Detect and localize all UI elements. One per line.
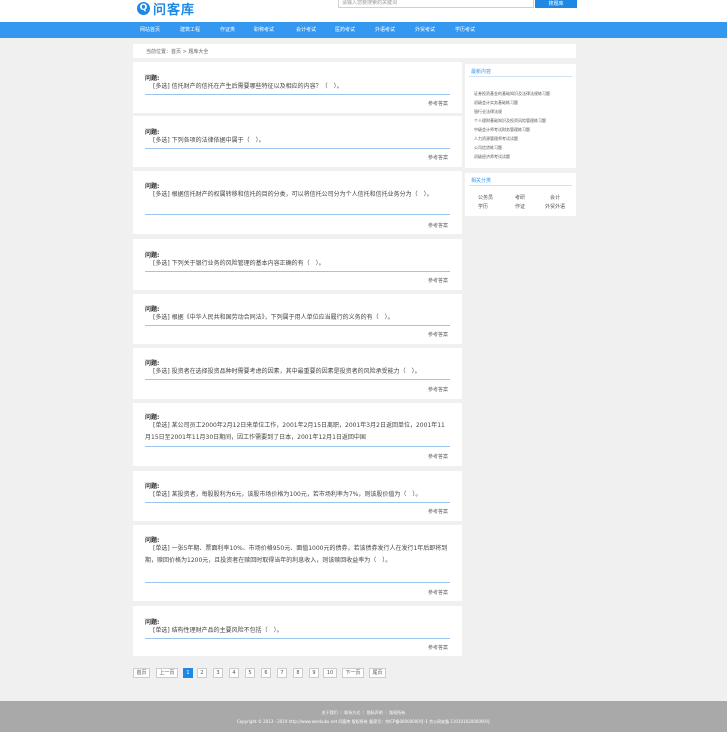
question-card: 问题: [多选] 信托财产的信托在产生后需要哪些特征以及相应的内容？（ ）。 参… — [133, 62, 462, 113]
search-input[interactable]: 请输入您要搜索的关键词 — [338, 0, 534, 8]
answer-link[interactable]: 参考答案 — [428, 453, 448, 460]
question-body[interactable]: [单选] 某公司员工2000年2月12日来单位工作，2001年2月15日离职，2… — [145, 420, 450, 444]
question-body[interactable]: [多选] 投资者在选择投资品种时需要考虑的因素，其中最重要的因素是投资者的风险承… — [145, 366, 450, 378]
question-card: 问题: [多选] 根据《中华人民共和国劳动合同法》，下列属于用人单位应当履行的义… — [133, 294, 462, 344]
divider — [145, 582, 450, 583]
footer: 关于我们 ｜ 联系方式 ｜ 隐私声明 ｜ 版权所有 Copyright © 20… — [0, 701, 727, 732]
nav-item[interactable]: 职称考试 — [254, 22, 274, 38]
nav-item[interactable]: 建筑工程 — [180, 22, 200, 38]
question-card: 问题: [单选] 一张5年期、票面利率10%、市场价格950元、面值1000元的… — [133, 525, 462, 601]
pager-page[interactable]: 2 — [197, 668, 207, 678]
sidebar-recent-title: 最新内容 — [471, 69, 492, 75]
divider — [145, 502, 450, 503]
sidebar-link[interactable]: 初级经济师考试试题 — [474, 154, 572, 160]
sidebar-category-title: 相关分类 — [471, 178, 492, 184]
sidebar-link[interactable]: 个人理财基础知识及投资风险管理练习题 — [474, 118, 572, 124]
nav-item[interactable]: 作证类 — [220, 22, 235, 38]
question-body[interactable]: [单选] 某投资者，每股股利为6元，该股市场价格为100元，若市场利率为7%，则… — [145, 489, 450, 501]
main-nav: 网站首页 建筑工程 作证类 职称考试 会计考试 医药考试 外语考试 外贸考试 学… — [0, 22, 727, 38]
pager-page[interactable]: 6 — [261, 668, 271, 678]
sidebar-link[interactable]: 中级会计师考试财务管理练习题 — [474, 127, 572, 133]
answer-link[interactable]: 参考答案 — [428, 644, 448, 651]
divider — [145, 446, 450, 447]
category-link[interactable]: 作证 — [515, 203, 525, 210]
answer-link[interactable]: 参考答案 — [428, 277, 448, 284]
question-body[interactable]: [多选] 下列关于银行业务的风险管理的基本内容正确的有（ ）。 — [145, 258, 450, 270]
divider — [145, 271, 450, 272]
divider — [145, 379, 450, 380]
category-link[interactable]: 外贸外语 — [545, 203, 565, 210]
nav-item[interactable]: 外贸考试 — [415, 22, 435, 38]
nav-item[interactable]: 会计考试 — [296, 22, 316, 38]
answer-link[interactable]: 参考答案 — [428, 589, 448, 596]
divider — [469, 185, 572, 186]
question-card: 问题: [多选] 下列各项的法律依据中属于（ ）。 参考答案 — [133, 116, 462, 167]
pager-next[interactable]: 下一页 — [342, 668, 364, 678]
pager-page[interactable]: 7 — [277, 668, 287, 678]
pager-page[interactable]: 5 — [245, 668, 255, 678]
pager-page[interactable]: 10 — [323, 668, 337, 678]
nav-item[interactable]: 医药考试 — [335, 22, 355, 38]
question-body[interactable]: [单选] 一张5年期、票面利率10%、市场价格950元、面值1000元的债券，若… — [145, 543, 450, 567]
question-body[interactable]: [多选] 根据《中华人民共和国劳动合同法》，下列属于用人单位应当履行的义务的有（… — [145, 312, 450, 324]
site-logo[interactable]: Q 问客库 — [137, 1, 196, 18]
answer-link[interactable]: 参考答案 — [428, 508, 448, 515]
pager-page[interactable]: 9 — [309, 668, 319, 678]
sidebar-recent: 最新内容 证券投资基金的基础知识及法律法规练习题 初级会计实务基础练习题 银行业… — [465, 64, 576, 168]
pager-first[interactable]: 首页 — [133, 668, 150, 678]
sidebar-link[interactable]: 初级会计实务基础练习题 — [474, 100, 572, 106]
breadcrumb-bar: 当前位置：首页 > 题库大全 — [133, 44, 576, 58]
sidebar-link[interactable]: 证券投资基金的基础知识及法律法规练习题 — [474, 91, 572, 97]
category-link[interactable]: 考研 — [515, 194, 525, 201]
nav-item[interactable]: 学历考试 — [455, 22, 475, 38]
answer-link[interactable]: 参考答案 — [428, 386, 448, 393]
question-card: 问题: [单选] 某公司员工2000年2月12日来单位工作，2001年2月15日… — [133, 403, 462, 466]
breadcrumb: 当前位置：首页 > 题库大全 — [146, 49, 209, 55]
question-body[interactable]: [多选] 信托财产的信托在产生后需要哪些特征以及相应的内容？（ ）。 — [145, 81, 450, 93]
logo-text: 问客库 — [153, 2, 196, 18]
question-body[interactable]: [单选] 结构性理财产品的主要风险不包括（ ）。 — [145, 625, 450, 637]
answer-link[interactable]: 参考答案 — [428, 331, 448, 338]
category-link[interactable]: 公务员 — [478, 194, 493, 201]
question-card: 问题: [多选] 下列关于银行业务的风险管理的基本内容正确的有（ ）。 参考答案 — [133, 239, 462, 290]
pager-page[interactable]: 3 — [213, 668, 223, 678]
sidebar-link[interactable]: 人力资源管理师考试试题 — [474, 136, 572, 142]
category-link[interactable]: 学历 — [478, 203, 488, 210]
divider — [145, 638, 450, 639]
footer-links[interactable]: 关于我们 ｜ 联系方式 ｜ 隐私声明 ｜ 版权所有 — [0, 710, 727, 716]
pager-prev[interactable]: 上一页 — [156, 668, 178, 678]
divider — [145, 148, 450, 149]
nav-item[interactable]: 网站首页 — [140, 22, 160, 38]
nav-item[interactable]: 外语考试 — [375, 22, 395, 38]
question-body[interactable]: [多选] 下列各项的法律依据中属于（ ）。 — [145, 135, 450, 147]
pager-page-current[interactable]: 1 — [183, 668, 193, 678]
pager-last[interactable]: 尾页 — [369, 668, 386, 678]
answer-link[interactable]: 参考答案 — [428, 154, 448, 161]
category-link[interactable]: 会计 — [550, 194, 560, 201]
question-card: 问题: [单选] 结构性理财产品的主要风险不包括（ ）。 参考答案 — [133, 606, 462, 656]
divider — [145, 94, 450, 95]
pager-page[interactable]: 4 — [229, 668, 239, 678]
top-header: Q 问客库 请输入您要搜索的关键词 搜题库 — [0, 0, 727, 22]
pager-page[interactable]: 8 — [293, 668, 303, 678]
question-card: 问题: [多选] 投资者在选择投资品种时需要考虑的因素，其中最重要的因素是投资者… — [133, 348, 462, 399]
sidebar-categories: 相关分类 公务员 考研 会计 学历 作证 外贸外语 — [465, 173, 576, 216]
answer-link[interactable]: 参考答案 — [428, 100, 448, 107]
answer-link[interactable]: 参考答案 — [428, 222, 448, 229]
question-body[interactable]: [多选] 根据信托财产的权属转移和信托的目的分类，可以将信托公司分为个人信托和信… — [145, 189, 450, 201]
question-card: 问题: [单选] 某投资者，每股股利为6元，该股市场价格为100元，若市场利率为… — [133, 471, 462, 521]
sidebar-link[interactable]: 公司信贷练习题 — [474, 145, 572, 151]
search-button[interactable]: 搜题库 — [535, 0, 577, 8]
logo-icon: Q — [137, 1, 150, 15]
footer-copyright: Copyright © 2013 - 2019 http://www.wenku… — [237, 719, 490, 724]
divider — [145, 325, 450, 326]
question-card: 问题: [多选] 根据信托财产的权属转移和信托的目的分类，可以将信托公司分为个人… — [133, 171, 462, 234]
divider — [469, 76, 572, 77]
sidebar-link[interactable]: 银行业法律法规 — [474, 109, 572, 115]
divider — [145, 214, 450, 215]
